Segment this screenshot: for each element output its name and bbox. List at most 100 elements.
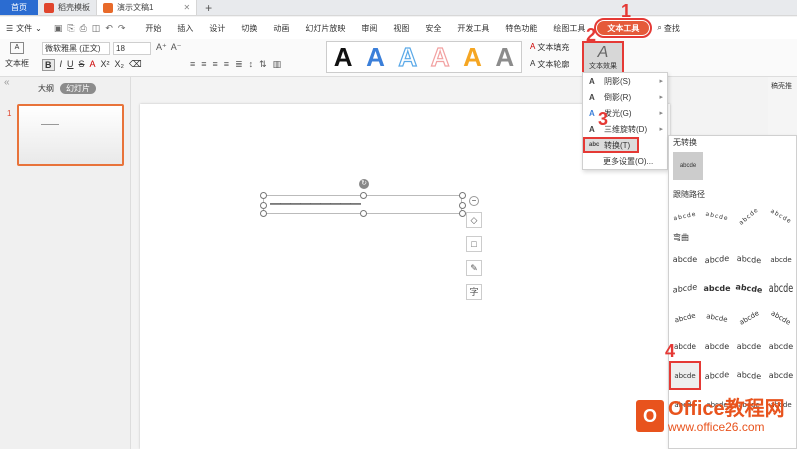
grow-font-icon[interactable]: A⁺ <box>156 42 167 53</box>
font-size-select[interactable]: 18 <box>113 42 151 55</box>
tab-slides[interactable]: 幻灯片 <box>60 83 96 94</box>
warp-option[interactable]: abcde <box>669 245 701 274</box>
preview-icon[interactable]: ◫ <box>92 23 101 34</box>
warp-option[interactable]: abcde <box>669 300 704 336</box>
warp-option[interactable]: abcde <box>701 274 733 303</box>
tab-template[interactable]: 稻壳模板 <box>38 0 97 15</box>
resize-handle[interactable] <box>260 202 267 209</box>
bold-button[interactable]: B <box>42 59 55 71</box>
pen-icon[interactable]: ✎ <box>466 260 482 276</box>
text-direction-icon[interactable]: ⇅ <box>259 59 267 70</box>
justify-icon[interactable]: ≡ <box>224 59 229 70</box>
resize-handle[interactable] <box>260 210 267 217</box>
shadow-icon: A <box>589 76 595 86</box>
text-style-option[interactable]: A <box>430 41 450 72</box>
text-outline-button[interactable]: A 文本轮廓 <box>530 59 569 70</box>
menu-animation[interactable]: 动画 <box>265 17 297 39</box>
warp-option[interactable]: abcde <box>701 360 733 392</box>
search-icon: ⌕ <box>657 23 662 32</box>
redo-icon[interactable]: ↷ <box>118 23 126 34</box>
slide-thumbnail[interactable] <box>17 104 124 166</box>
warp-option[interactable]: abcde <box>733 243 765 275</box>
resize-handle[interactable] <box>459 202 466 209</box>
menu-developer[interactable]: 开发工具 <box>449 17 497 39</box>
rotate-handle-icon[interactable]: ↻ <box>359 179 369 189</box>
menu-reflection[interactable]: A 倒影(R) ▸ <box>583 89 667 105</box>
warp-option-selected[interactable]: abcde <box>669 361 701 390</box>
tab-outline[interactable]: 大纲 <box>38 83 54 94</box>
shape-outline-icon[interactable]: □ <box>466 236 482 252</box>
text-style-option[interactable]: A <box>334 42 353 72</box>
superscript-button[interactable]: X² <box>101 59 110 71</box>
distribute-icon[interactable]: ≣ <box>235 59 243 70</box>
eraser-icon[interactable]: ⌫ <box>129 59 142 71</box>
warp-option[interactable]: abcde <box>701 332 733 361</box>
warp-option[interactable]: abcde <box>733 360 765 392</box>
resize-handle[interactable] <box>360 192 367 199</box>
warp-option[interactable]: abcde <box>765 332 796 361</box>
text-effect-button[interactable]: A 文本效果 <box>582 41 624 75</box>
menu-slideshow[interactable]: 幻灯片放映 <box>297 17 353 39</box>
align-left-icon[interactable]: ≡ <box>190 59 195 70</box>
menu-insert[interactable]: 插入 <box>169 17 201 39</box>
undo-icon[interactable]: ↶ <box>105 23 113 34</box>
align-center-icon[interactable]: ≡ <box>201 59 206 70</box>
menu-3d-rotation[interactable]: A 三维旋转(D) ▸ <box>583 121 667 137</box>
text-box-content[interactable]: ————————— <box>270 198 361 210</box>
warp-option[interactable]: abcde <box>701 243 733 275</box>
print-icon[interactable]: ⎙ <box>80 23 87 34</box>
menu-review[interactable]: 审阅 <box>353 17 385 39</box>
export-icon[interactable]: ⎘ <box>67 23 74 34</box>
menu-security[interactable]: 安全 <box>417 17 449 39</box>
path-option[interactable]: abcde <box>669 199 704 234</box>
textbox-button[interactable]: A 文本框 <box>4 42 30 69</box>
menu-text-tools[interactable]: 文本工具 <box>594 18 653 38</box>
text-style-option[interactable]: A <box>495 42 514 72</box>
resize-handle[interactable] <box>260 192 267 199</box>
no-transform-option[interactable]: abcde <box>673 152 703 180</box>
subscript-button[interactable]: X₂ <box>115 59 125 71</box>
warp-option[interactable]: abcde <box>733 332 765 361</box>
resize-handle[interactable] <box>360 210 367 217</box>
close-icon[interactable]: ✕ <box>183 3 190 12</box>
text-style-option[interactable]: A <box>463 42 482 72</box>
font-family-select[interactable]: 微软雅黑 (正文) <box>42 42 110 55</box>
columns-icon[interactable]: ▥ <box>273 59 282 70</box>
resize-handle[interactable] <box>459 192 466 199</box>
menu-design[interactable]: 设计 <box>201 17 233 39</box>
align-right-icon[interactable]: ≡ <box>213 59 218 70</box>
menu-shadow[interactable]: A 阴影(S) ▸ <box>583 73 667 89</box>
underline-button[interactable]: U <box>67 59 74 71</box>
collapse-toolbar-icon[interactable]: − <box>469 196 479 206</box>
strike-button[interactable]: S <box>79 59 85 71</box>
menu-start[interactable]: 开始 <box>137 17 169 39</box>
watermark-brand: Office教程网 <box>668 398 785 420</box>
search-label: 查找 <box>663 23 680 33</box>
file-menu[interactable]: ☰ 文件 ⌄ <box>0 23 48 34</box>
tab-document[interactable]: 演示文稿1 ✕ <box>97 0 198 15</box>
save-icon[interactable]: ▣ <box>54 23 63 34</box>
text-box[interactable]: ————————— ↻ <box>260 179 466 217</box>
add-tab-button[interactable]: + <box>197 0 220 15</box>
menu-glow[interactable]: A 发光(G) ▸ <box>583 105 667 121</box>
resize-handle[interactable] <box>459 210 466 217</box>
line-spacing-icon[interactable]: ↕ <box>249 59 254 70</box>
menu-transition[interactable]: 切换 <box>233 17 265 39</box>
menu-features[interactable]: 特色功能 <box>497 17 545 39</box>
menu-more-settings[interactable]: 更多设置(O)... <box>583 153 667 169</box>
text-format-icon[interactable]: 字 <box>466 284 482 300</box>
text-style-option[interactable]: A <box>366 42 385 72</box>
search-box[interactable]: ⌕ 查找 <box>653 23 679 34</box>
fill-bucket-icon[interactable]: ◇ <box>466 212 482 228</box>
text-fill-button[interactable]: A 文本填充 <box>530 42 569 53</box>
menu-transform[interactable]: abc 转换(T) <box>583 137 639 153</box>
right-panel-label: 稿壳推 <box>771 83 792 90</box>
font-color-button[interactable]: A <box>90 59 96 71</box>
warp-option[interactable]: abcde <box>765 361 796 390</box>
text-style-option[interactable]: A <box>398 41 418 72</box>
menu-view[interactable]: 视图 <box>385 17 417 39</box>
text-style-gallery: A A A A A A <box>326 41 522 73</box>
shrink-font-icon[interactable]: A⁻ <box>171 42 182 53</box>
italic-button[interactable]: I <box>60 59 63 71</box>
tab-home[interactable]: 首页 <box>0 0 38 15</box>
